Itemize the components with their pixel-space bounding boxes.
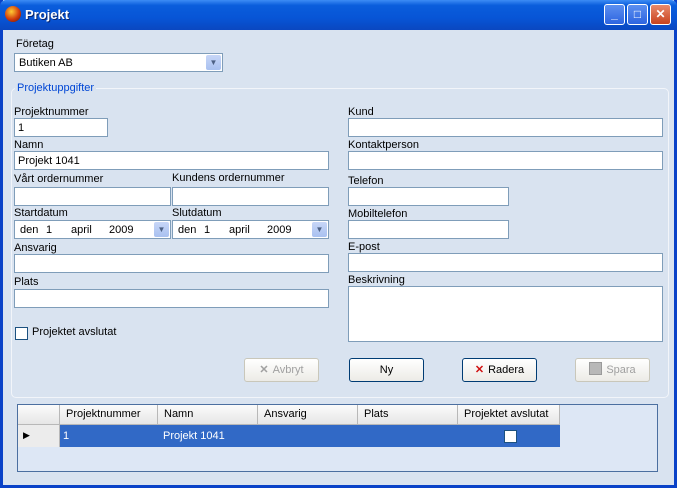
close-icon: ✕ [259,364,269,376]
current-row-arrow-icon: ▶ [23,430,30,440]
our-order-label: Vårt ordernummer [14,173,104,185]
end-date-label: Slutdatum [172,207,222,219]
project-window: Projekt _ □ ✕ Företag Butiken AB ▼ Proje… [0,0,677,488]
app-icon [5,6,21,22]
title-bar[interactable]: Projekt _ □ ✕ [0,0,677,30]
minimize-button[interactable]: _ [604,4,625,25]
grid-empty-area [18,447,657,471]
place-input[interactable] [14,289,329,308]
phone-input[interactable] [348,187,509,206]
new-button[interactable]: Ny [349,358,424,382]
customer-order-label: Kundens ordernummer [172,172,285,184]
contact-label: Kontaktperson [348,139,419,151]
project-closed-checkbox[interactable] [15,327,28,340]
cancel-button-label: Avbryt [272,364,304,376]
chevron-down-icon[interactable]: ▼ [312,222,327,237]
column-header-name[interactable]: Namn [158,405,258,425]
grid-empty-area [560,405,657,447]
projects-grid[interactable]: Projektnummer Namn Ansvarig Plats Projek… [17,404,658,472]
description-label: Beskrivning [348,274,405,286]
email-label: E-post [348,241,380,253]
start-date-day-word: den [20,224,39,236]
start-date-label: Startdatum [14,207,68,219]
window-title: Projekt [25,7,70,22]
delete-button[interactable]: ✕ Radera [462,358,537,382]
start-date-month: april [71,224,92,236]
place-label: Plats [14,276,39,288]
end-date-day: 1 [204,224,211,236]
end-date-picker[interactable]: den 1 april 2009 ▼ [172,220,329,239]
column-header-responsible[interactable]: Ansvarig [258,405,358,425]
save-button[interactable]: Spara [575,358,650,382]
column-header-project-closed[interactable]: Projektet avslutat [458,405,560,425]
project-number-input[interactable]: 1 [14,118,108,137]
chevron-down-icon[interactable]: ▼ [206,55,221,70]
customer-label: Kund [348,106,374,118]
company-value: Butiken AB [19,57,73,69]
cell-project-closed-checkbox[interactable] [504,430,517,443]
contact-input[interactable] [348,151,663,170]
responsible-input[interactable] [14,254,329,273]
row-header[interactable]: ▶ [18,425,60,447]
new-button-label: Ny [379,364,394,376]
cell-project-number[interactable]: 1 [63,430,69,442]
project-closed-label: Projektet avslutat [32,326,117,338]
column-header-place[interactable]: Plats [358,405,458,425]
start-date-day: 1 [46,224,53,236]
phone-label: Telefon [348,175,384,187]
start-date-picker[interactable]: den 1 april 2009 ▼ [14,220,171,239]
customer-order-input[interactable] [172,187,329,206]
project-number-label: Projektnummer [14,106,89,118]
end-date-month: april [229,224,250,236]
cancel-button[interactable]: ✕ Avbryt [244,358,319,382]
company-label: Företag [16,38,54,50]
table-row[interactable] [60,425,560,447]
chevron-down-icon[interactable]: ▼ [154,222,169,237]
mobile-label: Mobiltelefon [348,208,408,220]
name-input[interactable]: Projekt 1041 [14,151,329,170]
customer-input[interactable] [348,118,663,137]
description-textarea[interactable] [348,286,663,342]
delete-icon: ✕ [474,364,485,376]
end-date-day-word: den [178,224,197,236]
our-order-input[interactable] [14,187,171,206]
responsible-label: Ansvarig [14,242,57,254]
save-button-label: Spara [606,364,636,376]
start-date-year: 2009 [109,224,134,236]
delete-button-label: Radera [488,364,525,376]
column-header-project-number[interactable]: Projektnummer [60,405,158,425]
name-label: Namn [14,139,44,151]
company-select[interactable]: Butiken AB ▼ [14,53,223,72]
email-input[interactable] [348,253,663,272]
floppy-disk-icon [589,362,603,375]
end-date-year: 2009 [267,224,292,236]
mobile-input[interactable] [348,220,509,239]
maximize-button[interactable]: □ [627,4,648,25]
cell-name[interactable]: Projekt 1041 [163,430,225,442]
project-details-title: Projektuppgifter [15,82,97,94]
close-button[interactable]: ✕ [650,4,671,25]
grid-corner-header [18,405,60,425]
